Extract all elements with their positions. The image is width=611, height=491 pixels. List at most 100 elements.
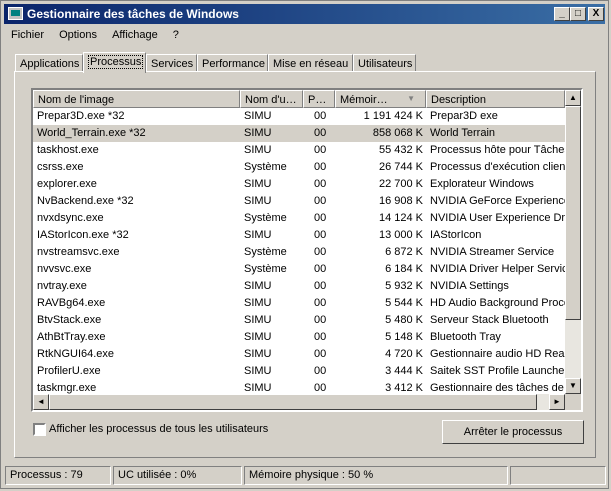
table-row[interactable]: nvvsvc.exe Système 00 6 184 K NVIDIA Driver … — [33, 261, 565, 278]
status-process-count: Processus : 79 — [5, 466, 111, 485]
cell-user-name: SIMU — [244, 280, 272, 292]
cell-cpu: 00 — [314, 331, 327, 343]
table-row[interactable]: BtvStack.exe SIMU 00 5 480 K Serveur Stack B… — [33, 312, 565, 329]
cell-memory: 26 744 K — [378, 161, 423, 173]
vertical-scrollbar[interactable]: ▲ ▼ — [565, 90, 581, 394]
cell-description: HD Audio Background Process — [430, 297, 565, 309]
table-row[interactable]: RtkNGUI64.exe SIMU 00 4 720 K Gestionnaire a… — [33, 346, 565, 363]
cell-memory: 13 000 K — [378, 229, 423, 241]
cell-user-name: SIMU — [244, 382, 272, 394]
tab-applications[interactable]: Applications — [15, 54, 83, 72]
process-list-header: Nom de l'image Nom d'u… P… Mémoir… ▼ Des… — [33, 90, 565, 108]
table-row[interactable]: nvtray.exe SIMU 00 5 932 K NVIDIA Settings — [33, 278, 565, 295]
table-row[interactable]: nvstreamsvc.exe Système 00 6 872 K NVIDIA St… — [33, 244, 565, 261]
table-row[interactable]: World_Terrain.exe *32 SIMU 00 858 068 K Worl… — [33, 125, 565, 142]
scroll-up-arrow-icon[interactable]: ▲ — [565, 90, 581, 106]
tab-label: Mise en réseau — [273, 58, 349, 70]
cell-user-name: SIMU — [244, 144, 272, 156]
window-title: Gestionnaire des tâches de Windows — [27, 7, 239, 21]
tab-services[interactable]: Services — [146, 54, 197, 72]
table-row[interactable]: AthBtTray.exe SIMU 00 5 148 K Bluetooth Tray — [33, 329, 565, 346]
cell-user-name: SIMU — [244, 195, 272, 207]
cell-cpu: 00 — [314, 348, 327, 360]
menu-affichage[interactable]: Affichage — [106, 27, 164, 43]
cell-cpu: 00 — [314, 195, 327, 207]
menu-help[interactable]: ? — [167, 27, 185, 43]
cell-memory: 6 184 K — [385, 263, 423, 275]
process-list[interactable]: Nom de l'image Nom d'u… P… Mémoir… ▼ Des… — [31, 88, 583, 412]
cell-cpu: 00 — [314, 144, 327, 156]
show-all-users-checkbox[interactable] — [33, 423, 46, 436]
cell-memory: 5 148 K — [385, 331, 423, 343]
cell-memory: 22 700 K — [378, 178, 423, 190]
title-bar[interactable]: Gestionnaire des tâches de Windows _ □ X — [4, 4, 605, 24]
cell-description: NVIDIA Streamer Service — [430, 246, 555, 258]
cell-memory: 1 191 424 K — [363, 110, 423, 122]
table-row[interactable]: taskhost.exe SIMU 00 55 432 K Processus hôte… — [33, 142, 565, 159]
tab-mise-en-reseau[interactable]: Mise en réseau — [268, 54, 353, 72]
scroll-right-arrow-icon[interactable]: ► — [549, 394, 565, 410]
cell-cpu: 00 — [314, 365, 327, 377]
cell-memory: 5 544 K — [385, 297, 423, 309]
cell-description: Serveur Stack Bluetooth — [430, 314, 549, 326]
cell-image-name: RtkNGUI64.exe — [37, 348, 115, 360]
cell-description: NVIDIA Settings — [430, 280, 509, 292]
close-button[interactable]: X — [588, 7, 604, 21]
cell-description: World Terrain — [430, 127, 496, 139]
menu-fichier[interactable]: Fichier — [5, 27, 50, 43]
end-process-button[interactable]: Arrêter le processus — [442, 420, 584, 444]
maximize-button[interactable]: □ — [570, 7, 586, 21]
cell-cpu: 00 — [314, 382, 327, 394]
table-row[interactable]: ProfilerU.exe SIMU 00 3 444 K Saitek SST Pro… — [33, 363, 565, 380]
cell-memory: 3 444 K — [385, 365, 423, 377]
menu-options[interactable]: Options — [53, 27, 103, 43]
table-row[interactable]: csrss.exe Système 00 26 744 K Processus d'ex… — [33, 159, 565, 176]
cell-cpu: 00 — [314, 280, 327, 292]
cell-image-name: RAVBg64.exe — [37, 297, 106, 309]
cell-user-name: Système — [244, 246, 287, 258]
cell-cpu: 00 — [314, 178, 327, 190]
cell-cpu: 00 — [314, 127, 327, 139]
tab-performance[interactable]: Performance — [197, 54, 268, 72]
cell-description: NVIDIA GeForce Experience Backend — [430, 195, 565, 207]
tab-utilisateurs[interactable]: Utilisateurs — [353, 54, 416, 72]
cell-image-name: BtvStack.exe — [37, 314, 102, 326]
column-header-description[interactable]: Description — [426, 90, 565, 108]
column-header-user-name[interactable]: Nom d'u… — [240, 90, 303, 108]
cell-cpu: 00 — [314, 110, 327, 122]
table-row[interactable]: Prepar3D.exe *32 SIMU 00 1 191 424 K Prepar3… — [33, 108, 565, 125]
table-row[interactable]: RAVBg64.exe SIMU 00 5 544 K HD Audio Backgro… — [33, 295, 565, 312]
cell-cpu: 00 — [314, 314, 327, 326]
vertical-scroll-thumb[interactable] — [565, 106, 581, 320]
cell-image-name: taskmgr.exe — [37, 382, 97, 394]
cell-memory: 55 432 K — [378, 144, 423, 156]
cell-memory: 16 908 K — [378, 195, 423, 207]
horizontal-scroll-thumb[interactable] — [49, 394, 537, 410]
status-physical-memory: Mémoire physique : 50 % — [244, 466, 508, 485]
table-row[interactable]: NvBackend.exe *32 SIMU 00 16 908 K NVIDIA Ge… — [33, 193, 565, 210]
cell-user-name: Système — [244, 161, 287, 173]
cell-user-name: Système — [244, 212, 287, 224]
tab-processus[interactable]: Processus — [83, 52, 146, 73]
cell-cpu: 00 — [314, 212, 327, 224]
show-all-users-label[interactable]: Afficher les processus de tous les utili… — [49, 423, 268, 435]
table-row[interactable]: nvxdsync.exe Système 00 14 124 K NVIDIA User… — [33, 210, 565, 227]
cell-image-name: nvvsvc.exe — [37, 263, 92, 275]
cell-memory: 6 872 K — [385, 246, 423, 258]
column-header-memory[interactable]: Mémoir… ▼ — [335, 90, 426, 108]
cell-image-name: World_Terrain.exe *32 — [37, 127, 146, 139]
table-row[interactable]: explorer.exe SIMU 00 22 700 K Explorateur Wi… — [33, 176, 565, 193]
table-row[interactable]: IAStorIcon.exe *32 SIMU 00 13 000 K IAStorIc… — [33, 227, 565, 244]
horizontal-scrollbar[interactable]: ◄ ► — [33, 394, 565, 410]
column-header-image-name[interactable]: Nom de l'image — [33, 90, 240, 108]
column-header-cpu[interactable]: P… — [303, 90, 335, 108]
cell-description: Processus hôte pour Tâches Windows — [430, 144, 565, 156]
scroll-left-arrow-icon[interactable]: ◄ — [33, 394, 49, 410]
minimize-button[interactable]: _ — [554, 7, 570, 21]
cell-description: Gestionnaire des tâches de Windows — [430, 382, 565, 394]
scroll-down-arrow-icon[interactable]: ▼ — [565, 378, 581, 394]
cell-user-name: SIMU — [244, 314, 272, 326]
status-empty-panel — [510, 466, 606, 485]
cell-memory: 3 412 K — [385, 382, 423, 394]
cell-description: Gestionnaire audio HD Realtek — [430, 348, 565, 360]
